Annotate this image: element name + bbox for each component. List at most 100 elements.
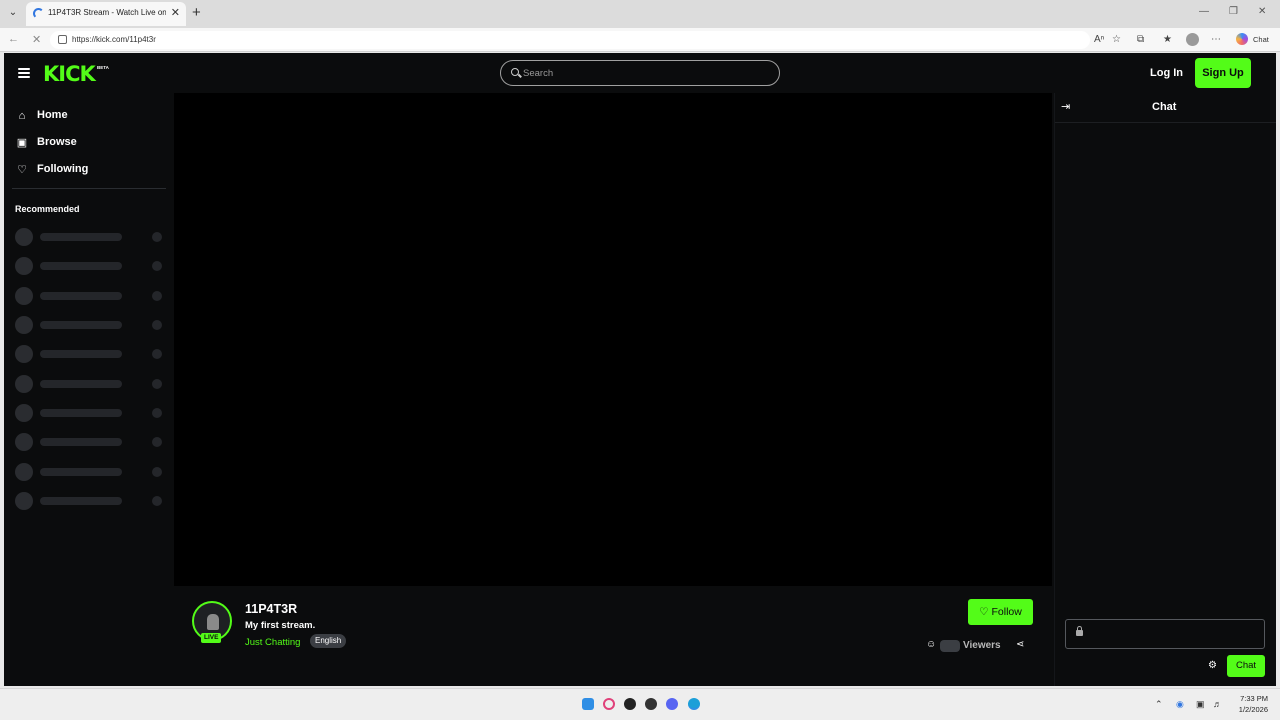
- skeleton-avatar: [15, 345, 33, 363]
- discord-icon[interactable]: [666, 698, 678, 710]
- skeleton-dot: [152, 408, 162, 418]
- edge-browser-icon[interactable]: [688, 698, 700, 710]
- login-button[interactable]: Log In: [1150, 67, 1183, 79]
- follow-button[interactable]: ♡ Follow: [968, 599, 1033, 625]
- live-badge: LIVE: [201, 633, 222, 643]
- beta-badge: BETA: [97, 65, 109, 70]
- browser-address-bar: ← ✕ https://kick.com/11p4t3r Aⁿ ☆ ⧉ ★ ⋯ …: [0, 28, 1280, 52]
- extensions-icon[interactable]: ⧉: [1137, 34, 1144, 45]
- language-tag[interactable]: English: [310, 634, 347, 648]
- skeleton-bar: [40, 350, 122, 358]
- skeleton-bar: [40, 262, 122, 270]
- skeleton-dot: [152, 496, 162, 506]
- skeleton-bar: [40, 497, 122, 505]
- minimize-icon[interactable]: —: [1199, 6, 1209, 17]
- profile-avatar-icon[interactable]: [1186, 33, 1199, 46]
- url-field[interactable]: https://kick.com/11p4t3r: [50, 31, 1090, 49]
- favorite-star-icon[interactable]: ☆: [1112, 34, 1121, 45]
- sidebar-item-label: Following: [37, 163, 89, 175]
- skeleton-avatar: [15, 316, 33, 334]
- favorites-icon[interactable]: ★: [1163, 34, 1172, 45]
- browser-tab-active[interactable]: 11P4T3R Stream - Watch Live on K ✕: [26, 2, 186, 26]
- chat-title: Chat: [1152, 101, 1177, 113]
- recommended-skeleton-item: [15, 463, 165, 481]
- start-menu-icon[interactable]: [582, 698, 594, 710]
- network-icon[interactable]: ▣: [1196, 699, 1205, 710]
- video-player[interactable]: [174, 93, 1052, 586]
- chat-message-input[interactable]: [1065, 619, 1265, 649]
- recommended-heading: Recommended: [15, 204, 80, 214]
- show-hidden-icons-icon[interactable]: ⌃: [1155, 699, 1163, 710]
- recommended-skeleton-item: [15, 287, 165, 305]
- new-tab-button[interactable]: +: [192, 4, 201, 22]
- recommended-skeleton-item: [15, 316, 165, 334]
- sidebar-item-browse[interactable]: ▣ Browse: [16, 134, 166, 154]
- search-icon: [511, 68, 519, 76]
- skeleton-avatar: [15, 492, 33, 510]
- viewers-icon: ☺: [926, 639, 937, 650]
- heart-icon: ♡: [979, 606, 989, 618]
- skeleton-avatar: [15, 375, 33, 393]
- skeleton-bar: [40, 409, 122, 417]
- app-icon-dark[interactable]: [624, 698, 636, 710]
- windows-taskbar: ⌃ ◉ ▣ ♬ 7:33 PM 1/2/2026: [0, 688, 1280, 720]
- copilot-icon[interactable]: [1236, 33, 1248, 45]
- skeleton-bar: [40, 292, 122, 300]
- site-info-icon[interactable]: [58, 35, 67, 44]
- browse-icon: ▣: [16, 137, 28, 149]
- read-aloud-icon[interactable]: Aⁿ: [1094, 34, 1104, 45]
- skeleton-avatar: [15, 404, 33, 422]
- sidebar-divider: [12, 188, 166, 189]
- home-icon: ⌂: [18, 110, 26, 122]
- skeleton-dot: [152, 437, 162, 447]
- stream-category-link[interactable]: Just Chatting: [245, 637, 300, 648]
- sidebar-item-following[interactable]: ♡ Following: [16, 161, 166, 181]
- channel-name[interactable]: 11P4T3R: [245, 602, 297, 616]
- avatar-figure-icon: [207, 614, 219, 630]
- recommended-skeleton-item: [15, 228, 165, 246]
- search-placeholder: Search: [523, 68, 554, 79]
- back-icon[interactable]: ←: [8, 33, 19, 45]
- volume-icon[interactable]: ♬: [1213, 699, 1222, 709]
- app-icon-circle[interactable]: [603, 698, 615, 710]
- page-viewport: KICK BETA Search Log In Sign Up ⌂ Home ▣…: [4, 53, 1276, 686]
- tab-list-button[interactable]: ⌄: [4, 4, 22, 22]
- sidebar-item-home[interactable]: ⌂ Home: [16, 107, 166, 127]
- clock-time[interactable]: 7:33 PM: [1230, 694, 1268, 703]
- collapse-chat-icon[interactable]: ⇥: [1061, 100, 1070, 113]
- site-header: KICK BETA Search Log In Sign Up: [4, 53, 1276, 93]
- skeleton-dot: [152, 379, 162, 389]
- restore-icon[interactable]: ❐: [1229, 6, 1238, 17]
- stop-loading-icon[interactable]: ✕: [32, 33, 41, 46]
- signup-button[interactable]: Sign Up: [1195, 58, 1251, 88]
- recommended-skeleton-item: [15, 492, 165, 510]
- recommended-skeleton-item: [15, 345, 165, 363]
- recommended-skeleton-item: [15, 257, 165, 275]
- loading-spinner-icon: [33, 8, 44, 19]
- channel-info: LIVE 11P4T3R My first stream. Just Chatt…: [190, 599, 1050, 686]
- more-options-icon[interactable]: ⋯: [1211, 34, 1221, 45]
- skeleton-dot: [152, 261, 162, 271]
- lock-icon: [1076, 626, 1083, 636]
- tab-title: 11P4T3R Stream - Watch Live on K: [48, 8, 166, 17]
- skeleton-dot: [152, 467, 162, 477]
- clock-date[interactable]: 1/2/2026: [1230, 705, 1268, 714]
- menu-icon[interactable]: [18, 68, 30, 78]
- recommended-skeleton-item: [15, 433, 165, 451]
- chat-send-button[interactable]: Chat: [1227, 655, 1265, 677]
- window-close-icon[interactable]: ✕: [1258, 6, 1266, 17]
- follow-label: Follow: [991, 606, 1022, 618]
- skeleton-bar: [40, 438, 122, 446]
- skeleton-avatar: [15, 257, 33, 275]
- kick-logo[interactable]: KICK: [43, 62, 96, 86]
- app-icon-game[interactable]: [645, 698, 657, 710]
- microphone-icon[interactable]: ◉: [1176, 699, 1184, 710]
- skeleton-dot: [152, 320, 162, 330]
- share-icon[interactable]: ⋖: [1016, 639, 1024, 650]
- sidebar-item-label: Home: [37, 109, 68, 121]
- copilot-label[interactable]: Chat: [1253, 35, 1269, 44]
- search-input[interactable]: Search: [500, 60, 780, 86]
- gear-icon[interactable]: ⚙: [1208, 660, 1217, 671]
- tab-close-icon[interactable]: ✕: [171, 6, 180, 19]
- sidebar: ⌂ Home ▣ Browse ♡ Following Recommended: [4, 93, 172, 686]
